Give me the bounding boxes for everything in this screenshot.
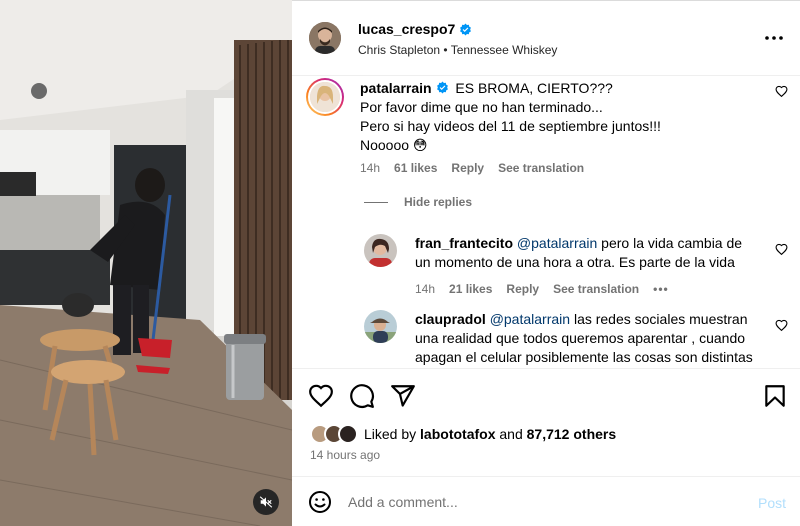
comment-text-line: Nooooo 😳 xyxy=(360,137,428,153)
verified-badge-icon xyxy=(437,81,449,94)
hide-replies-line xyxy=(364,201,388,203)
post-header: lucas_crespo7 Chris Stapleton • Tennesse… xyxy=(292,0,800,76)
music-attribution[interactable]: Chris Stapleton • Tennessee Whiskey xyxy=(358,43,557,57)
comment-meta: 14h 61 likes Reply See translation xyxy=(360,161,584,175)
share-icon[interactable] xyxy=(390,383,416,409)
comment-text-line: Por favor dime que no han terminado... xyxy=(360,99,603,115)
heart-icon[interactable] xyxy=(775,85,788,98)
author-avatar[interactable] xyxy=(309,22,341,54)
comment-text-line: ES BROMA, CIERTO??? xyxy=(455,80,613,96)
bookmark-icon[interactable] xyxy=(762,383,788,409)
author-username-row[interactable]: lucas_crespo7 xyxy=(358,21,472,37)
liker-avatar xyxy=(338,424,358,444)
comment-icon[interactable] xyxy=(349,383,375,409)
liked-by-user[interactable]: labototafox xyxy=(420,426,495,442)
comment-text-line: pero la vida cambia de xyxy=(597,235,743,251)
comment-likes[interactable]: 21 likes xyxy=(449,282,492,296)
comment-text-line: apagan el celular posiblemente las cosas… xyxy=(415,349,753,365)
post-side-panel: lucas_crespo7 Chris Stapleton • Tennesse… xyxy=(292,0,800,526)
comment-item: patalarrain ES BROMA, CIERTO??? Por favo… xyxy=(292,76,800,181)
see-translation-button[interactable]: See translation xyxy=(498,161,584,175)
commenter-avatar[interactable] xyxy=(364,310,397,343)
comment-options-button[interactable]: ••• xyxy=(653,282,669,296)
post-media[interactable] xyxy=(0,0,292,526)
comments-list[interactable]: patalarrain ES BROMA, CIERTO??? Por favo… xyxy=(292,76,800,368)
add-comment-input[interactable] xyxy=(348,491,728,513)
hide-replies-label: Hide replies xyxy=(404,195,473,209)
reply-button[interactable]: Reply xyxy=(451,161,484,175)
reply-item: claupradol @patalarrain las redes social… xyxy=(292,306,800,368)
likes-count[interactable]: 87,712 others xyxy=(527,426,617,442)
commenter-username[interactable]: claupradol xyxy=(415,311,486,327)
hide-replies-toggle[interactable]: Hide replies xyxy=(364,195,472,209)
likes-summary: Liked by labototafox and 87,712 others xyxy=(310,424,616,444)
commenter-avatar[interactable] xyxy=(306,78,344,116)
comment-text-line: una realidad que todos queremos aparenta… xyxy=(415,330,746,346)
liked-by-prefix: Liked by xyxy=(364,426,421,442)
mute-toggle-button[interactable] xyxy=(253,489,279,515)
post-timestamp[interactable]: 14 hours ago xyxy=(310,448,380,462)
see-translation-button[interactable]: See translation xyxy=(553,282,639,296)
reply-item: fran_frantecito @patalarrain pero la vid… xyxy=(292,226,800,306)
author-username[interactable]: lucas_crespo7 xyxy=(358,21,455,37)
comment-text-line: un momento de una hora a otra. Es parte … xyxy=(415,254,735,270)
commenter-username[interactable]: fran_frantecito xyxy=(415,235,513,251)
emoji-icon[interactable] xyxy=(308,490,332,514)
liked-by-middle: and xyxy=(495,426,527,442)
comment-time[interactable]: 14h xyxy=(415,282,435,296)
mention-link[interactable]: @patalarrain xyxy=(517,235,597,251)
reply-button[interactable]: Reply xyxy=(506,282,539,296)
comment-meta: 14h 21 likes Reply See translation ••• xyxy=(415,282,669,296)
post-actions: Liked by labototafox and 87,712 others 1… xyxy=(292,368,800,476)
post-comment-button[interactable]: Post xyxy=(758,495,786,511)
heart-icon[interactable] xyxy=(775,243,788,256)
mention-link[interactable]: @patalarrain xyxy=(490,311,570,327)
add-comment-bar: Post xyxy=(292,476,800,526)
comment-likes[interactable]: 61 likes xyxy=(394,161,437,175)
heart-icon[interactable] xyxy=(308,383,334,409)
heart-icon[interactable] xyxy=(775,319,788,332)
comment-text-line: las redes sociales muestran xyxy=(570,311,748,327)
video-frame xyxy=(0,0,292,526)
verified-badge-icon xyxy=(460,23,472,35)
muted-speaker-icon xyxy=(259,496,273,508)
comment-time[interactable]: 14h xyxy=(360,161,380,175)
liker-avatars[interactable] xyxy=(310,424,360,444)
commenter-username[interactable]: patalarrain xyxy=(360,80,432,96)
commenter-avatar[interactable] xyxy=(364,234,397,267)
comment-text-line: Pero si hay videos del 11 de septiembre … xyxy=(360,118,661,134)
more-horizontal-icon[interactable] xyxy=(764,30,784,46)
author-avatar-image xyxy=(309,22,341,54)
